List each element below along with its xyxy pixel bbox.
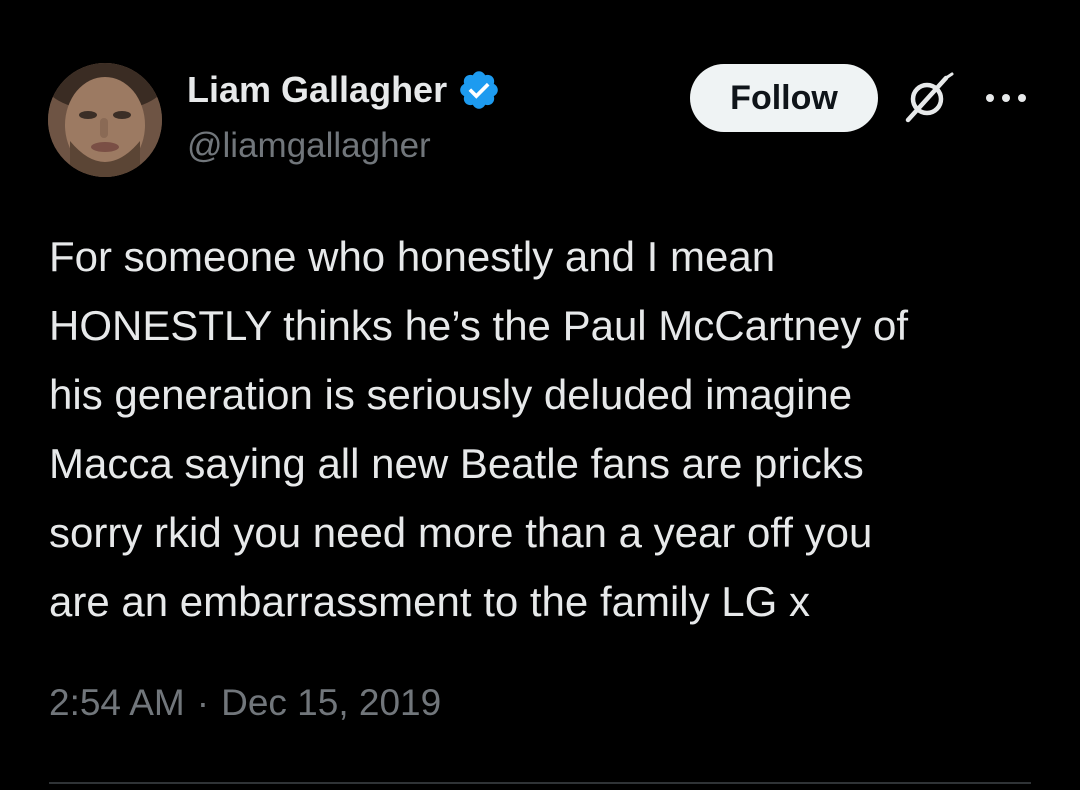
display-name[interactable]: Liam Gallagher — [187, 68, 501, 112]
tweet-timestamp[interactable]: 2:54 AM · Dec 15, 2019 — [49, 682, 441, 724]
avatar-photo — [48, 63, 162, 177]
tweet-time[interactable]: 2:54 AM — [49, 682, 185, 723]
tweet: Liam Gallagher @liamgallagher Follow For… — [0, 0, 1080, 790]
tweet-date[interactable]: Dec 15, 2019 — [221, 682, 441, 723]
follow-button[interactable]: Follow — [690, 64, 878, 132]
display-name-text[interactable]: Liam Gallagher — [187, 69, 447, 111]
timestamp-separator: · — [196, 682, 210, 723]
verified-badge-icon[interactable] — [457, 68, 501, 112]
divider — [49, 782, 1031, 784]
tweet-text: For someone who honestly and I mean HONE… — [49, 233, 909, 625]
avatar[interactable] — [48, 63, 162, 177]
more-options-icon[interactable] — [982, 86, 1030, 110]
author-handle[interactable]: @liamgallagher — [187, 126, 431, 166]
grok-icon[interactable] — [900, 72, 956, 124]
